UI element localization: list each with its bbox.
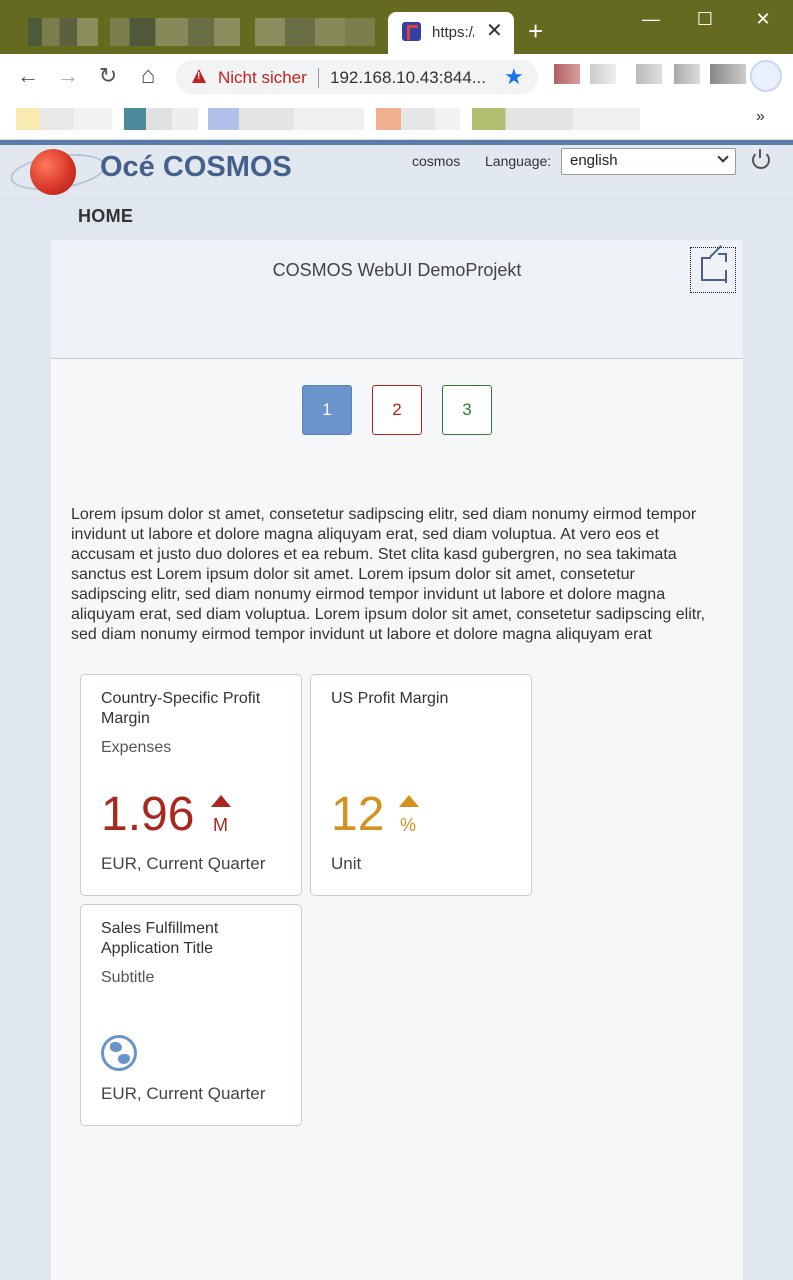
language-select[interactable]: english — [561, 148, 736, 175]
blurred-tab[interactable] — [28, 18, 98, 46]
bookmark-star-icon[interactable]: ★ — [504, 64, 524, 90]
blurred-tab[interactable] — [255, 18, 375, 46]
cosmos-favicon-icon — [402, 22, 421, 41]
blurred-bookmark[interactable] — [208, 108, 364, 130]
tile-title: Sales Fulfillment Application Title — [101, 920, 219, 957]
kpi-unit: M — [213, 815, 228, 835]
language-value: english — [570, 152, 618, 169]
tile-subtitle: Expenses — [101, 739, 172, 756]
home-button[interactable]: ⌂ — [134, 62, 162, 90]
logout-power-icon[interactable] — [752, 149, 770, 169]
app-header: Océ COSMOS cosmos Language: english — [0, 145, 793, 196]
body-text: Lorem ipsum dolor st amet, consetetur sa… — [71, 506, 706, 643]
blurred-extension[interactable] — [554, 64, 580, 84]
trend-up-icon — [399, 795, 419, 807]
tile-footer: Unit — [331, 854, 362, 873]
blurred-bookmark[interactable] — [16, 108, 112, 130]
bookmarks-bar: » — [0, 100, 793, 140]
blurred-extension[interactable] — [674, 64, 700, 84]
blurred-tab[interactable] — [110, 18, 240, 46]
panel-header: COSMOS WebUI DemoProjekt — [51, 240, 743, 359]
share-icon — [701, 257, 725, 281]
page-button-2[interactable]: 2 — [372, 385, 422, 435]
page-button-3[interactable]: 3 — [442, 385, 492, 435]
share-arrow-icon — [718, 253, 727, 262]
kpi-value: 1.96 — [101, 788, 195, 841]
tab-title: https:// — [432, 24, 474, 41]
share-button[interactable] — [690, 247, 736, 293]
app-tile-sales-fulfillment[interactable]: Sales Fulfillment Application Title Subt… — [80, 904, 302, 1126]
minimize-button[interactable]: — — [636, 6, 666, 32]
security-indicator[interactable]: Nicht sicher — [218, 68, 307, 88]
profile-avatar[interactable] — [750, 60, 782, 92]
close-tab-icon[interactable]: ✕ — [486, 20, 503, 42]
forward-button[interactable]: → — [54, 62, 82, 90]
address-bar[interactable]: Nicht sicher 192.168.10.43:844... ★ — [176, 60, 538, 94]
trend-up-icon — [211, 795, 231, 807]
blurred-bookmark[interactable] — [472, 108, 640, 130]
divider — [318, 68, 319, 88]
user-name: cosmos — [412, 153, 461, 169]
tile-subtitle: Subtitle — [101, 969, 155, 986]
kpi-tile-us-profit[interactable]: US Profit Margin 12 % Unit — [310, 674, 532, 896]
language-label: Language: — [485, 153, 552, 169]
new-tab-button[interactable]: + — [528, 16, 543, 46]
tile-footer: EUR, Current Quarter — [101, 1084, 266, 1103]
kpi-value: 12 — [331, 788, 385, 841]
share-icon-side — [725, 270, 727, 283]
reload-button[interactable]: ↻ — [94, 62, 122, 90]
browser-titlebar: https:// ✕ + — ☐ ✕ — [0, 0, 793, 54]
tile-title: US Profit Margin — [331, 690, 449, 707]
more-bookmarks-button[interactable]: » — [756, 108, 765, 126]
blurred-extension[interactable] — [636, 64, 662, 84]
maximize-button[interactable]: ☐ — [690, 6, 720, 32]
blurred-bookmark[interactable] — [124, 108, 198, 130]
url-text[interactable]: 192.168.10.43:844... — [330, 68, 486, 88]
chevron-down-icon — [717, 151, 729, 163]
blurred-extension[interactable] — [590, 64, 616, 84]
close-window-button[interactable]: ✕ — [748, 6, 778, 32]
logo-planet-icon — [30, 149, 76, 195]
blurred-extension[interactable] — [710, 64, 746, 84]
globe-icon — [101, 1035, 137, 1071]
active-tab[interactable]: https:// ✕ — [388, 12, 514, 54]
brand-title: Océ COSMOS — [100, 151, 292, 183]
panel-title: COSMOS WebUI DemoProjekt — [272, 260, 522, 280]
tile-title: Country-Specific Profit Margin — [101, 690, 261, 727]
blurred-bookmark[interactable] — [376, 108, 460, 130]
page-button-1[interactable]: 1 — [302, 385, 352, 435]
kpi-tile-country-profit[interactable]: Country-Specific Profit Margin Expenses … — [80, 674, 302, 896]
kpi-unit: % — [400, 815, 417, 835]
main-panel: COSMOS WebUI DemoProjekt 1 2 3 Lorem ips… — [51, 240, 743, 1280]
warning-icon — [192, 69, 206, 83]
back-button[interactable]: ← — [14, 62, 42, 90]
tile-footer: EUR, Current Quarter — [101, 854, 266, 873]
nav-home[interactable]: HOME — [78, 206, 133, 227]
